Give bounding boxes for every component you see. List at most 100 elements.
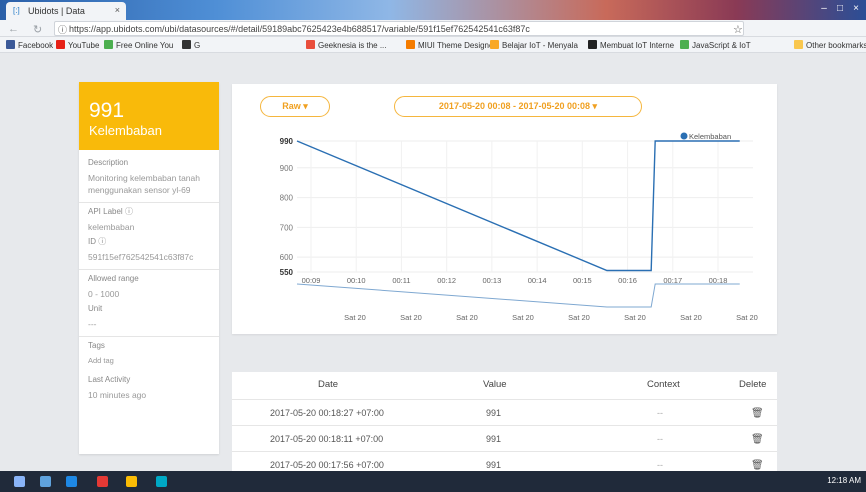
bookmark-membuat-iot[interactable]: Membuat IoT Interne	[588, 40, 674, 50]
navigator-tick-label: Sat 20	[512, 313, 534, 322]
x-tick-label: 00:12	[437, 276, 456, 285]
info-icon: ⓘ	[58, 25, 68, 35]
bookmark-other[interactable]: Other bookmarks	[794, 40, 866, 50]
app-icon[interactable]	[97, 476, 108, 487]
page-content: 991 Kelembaban Description Monitoring ke…	[0, 53, 866, 492]
ubidots-favicon-icon: [:]	[13, 6, 20, 15]
navigator-tick-label: Sat 20	[680, 313, 702, 322]
trash-icon[interactable]: 🗑	[751, 408, 764, 419]
store-icon[interactable]	[66, 476, 77, 487]
table-row: 2017-05-20 00:18:27 +07:00 991 -- 🗑	[232, 399, 777, 425]
navigator-tick-label: Sat 20	[568, 313, 590, 322]
header-value: Value	[483, 379, 507, 390]
tab-title: Ubidots | Data	[28, 6, 85, 16]
minimize-icon[interactable]: –	[816, 2, 832, 16]
url-text: https://app.ubidots.com/ubi/datasources/…	[69, 24, 530, 34]
variable-sidebar: 991 Kelembaban Description Monitoring ke…	[79, 82, 219, 454]
x-tick-label: 00:14	[528, 276, 547, 285]
range-label: Allowed range	[88, 274, 139, 283]
bookmark-geeknesia[interactable]: Geeknesia is the ...	[306, 40, 386, 50]
unit-value[interactable]: ---	[79, 318, 219, 330]
close-window-icon[interactable]: ×	[848, 2, 864, 16]
maximize-icon[interactable]: □	[832, 2, 848, 16]
line-chart[interactable]: 990 900 800 700 600 550 00:09 00:10 00:11 00:12 00…	[232, 84, 777, 334]
bookmarks-bar: Facebook YouTube Free Online You G Geekn…	[0, 37, 866, 53]
clock: 12:18 AM	[827, 476, 861, 485]
row-context: --	[657, 408, 663, 418]
navigator-tick-label: Sat 20	[736, 313, 758, 322]
navigator-line	[296, 283, 740, 308]
header-context: Context	[647, 379, 680, 390]
taskbar: 12:18 AM	[0, 471, 866, 492]
screen: [:] Ubidots | Data × – □ × ← ↻ ⓘ https:/…	[0, 0, 866, 492]
info-icon: ⓘ	[98, 237, 107, 246]
y-tick-label: 700	[280, 223, 294, 232]
row-value: 991	[486, 460, 502, 470]
header-delete: Delete	[739, 379, 767, 390]
row-value: 991	[486, 434, 502, 444]
reload-icon[interactable]: ↻	[33, 23, 42, 36]
legend-marker	[680, 132, 688, 140]
navigator-tick-label: Sat 20	[456, 313, 478, 322]
values-table: Date Value Context Delete 2017-05-20 00:…	[232, 372, 777, 471]
add-tag-input[interactable]: Add tag	[79, 355, 219, 367]
x-tick-label: 00:10	[347, 276, 366, 285]
variable-header-card: 991 Kelembaban	[79, 82, 219, 150]
y-tick-label: 600	[280, 253, 294, 262]
bookmark-youtube[interactable]: YouTube	[56, 40, 99, 50]
row-value: 991	[486, 408, 502, 418]
x-tick-label: 00:11	[392, 276, 410, 285]
tags-label: Tags	[88, 341, 105, 350]
last-value: 991	[89, 99, 125, 122]
x-tick-label: 00:09	[302, 276, 321, 285]
arduino-icon[interactable]	[156, 476, 167, 487]
bookmark-miui[interactable]: MIUI Theme Designe	[406, 40, 493, 50]
x-tick-label: 00:13	[482, 276, 501, 285]
url-field[interactable]: ⓘ https://app.ubidots.com/ubi/datasource…	[54, 21, 744, 36]
row-context: --	[657, 460, 663, 470]
chrome-icon[interactable]	[126, 476, 137, 487]
chart-card: Raw ▾ 2017-05-20 00:08 - 2017-05-20 00:0…	[232, 84, 777, 334]
bookmark-facebook[interactable]: Facebook	[6, 40, 53, 50]
header-date: Date	[318, 379, 339, 390]
bookmark-belajar-iot[interactable]: Belajar IoT - Menyala	[490, 40, 578, 50]
row-date: 2017-05-20 00:17:56 +07:00	[270, 460, 384, 470]
x-tick-label: 00:15	[573, 276, 592, 285]
navigator-tick-label: Sat 20	[344, 313, 366, 322]
star-icon[interactable]: ☆	[733, 23, 743, 36]
trash-icon[interactable]: 🗑	[751, 434, 764, 445]
row-context: --	[657, 434, 663, 444]
bookmark-free-online[interactable]: Free Online You	[104, 40, 173, 50]
description-value[interactable]: Monitoring kelembaban tanah menggunakan …	[79, 172, 219, 196]
y-tick-label: 550	[280, 268, 294, 277]
y-tick-label: 900	[280, 164, 294, 173]
back-icon[interactable]: ←	[8, 23, 19, 35]
window-titlebar: [:] Ubidots | Data × – □ ×	[0, 0, 866, 20]
address-bar-row: ← ↻ ⓘ https://app.ubidots.com/ubi/dataso…	[0, 20, 866, 37]
x-tick-label: 00:16	[618, 276, 637, 285]
start-icon[interactable]	[14, 476, 25, 487]
trash-icon[interactable]: 🗑	[751, 460, 764, 471]
explorer-icon[interactable]	[40, 476, 51, 487]
browser-tab[interactable]: [:] Ubidots | Data ×	[6, 2, 126, 20]
row-date: 2017-05-20 00:18:27 +07:00	[270, 408, 384, 418]
id-value: 591f15ef762542541c63f87c	[88, 252, 194, 262]
row-date: 2017-05-20 00:18:11 +07:00	[270, 434, 384, 444]
unit-label: Unit	[88, 304, 103, 313]
navigator-tick-label: Sat 20	[400, 313, 422, 322]
legend-label: Kelembaban	[689, 132, 731, 141]
series-line-kelembaban	[296, 140, 740, 272]
y-tick-label: 990	[280, 137, 294, 146]
info-icon: ⓘ	[124, 207, 133, 216]
table-row: 2017-05-20 00:18:11 +07:00 991 -- 🗑	[232, 425, 777, 451]
bookmark-javascript-iot[interactable]: JavaScript & IoT	[680, 40, 751, 50]
variable-name[interactable]: Kelembaban	[89, 122, 219, 139]
close-tab-icon[interactable]: ×	[115, 5, 120, 15]
description-label: Description	[88, 158, 129, 167]
last-activity-label: Last Activity	[88, 375, 131, 384]
bookmark-g[interactable]: G	[182, 40, 200, 50]
last-activity-value: 10 minutes ago	[88, 390, 147, 400]
range-value[interactable]: 0 - 1000	[79, 288, 219, 300]
api-label-value[interactable]: kelembaban	[79, 221, 219, 233]
y-tick-label: 800	[280, 194, 294, 203]
